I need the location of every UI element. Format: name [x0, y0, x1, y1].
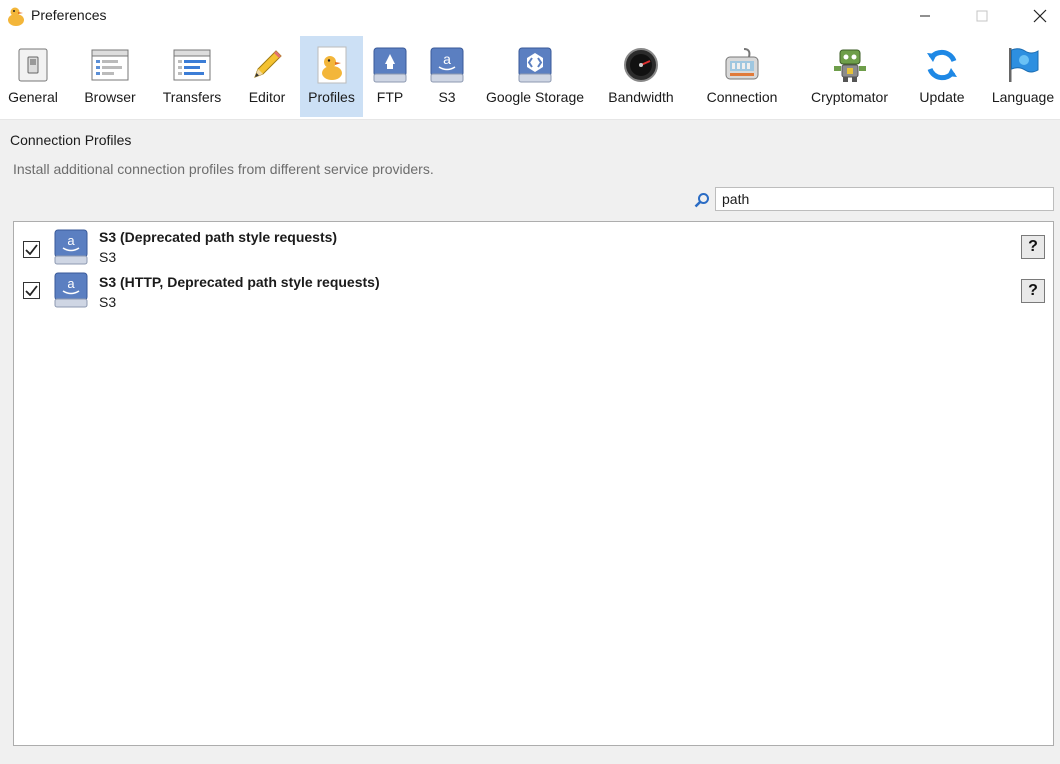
tab-label: General — [8, 89, 58, 105]
tab-label: FTP — [376, 89, 404, 105]
tab-cryptomator[interactable]: Cryptomator — [803, 36, 896, 117]
language-flag-icon — [1003, 45, 1043, 85]
profiles-list: a S3 (Deprecated path style requests) S3… — [13, 221, 1054, 746]
tab-editor[interactable]: Editor — [241, 36, 293, 117]
tab-label: S3 — [438, 89, 456, 105]
list-item: a S3 (Deprecated path style requests) S3… — [14, 226, 1053, 270]
profile-checkbox[interactable] — [23, 282, 40, 299]
cryptomator-robot-icon — [830, 45, 870, 85]
minimize-icon — [920, 15, 930, 17]
general-icon — [13, 45, 53, 85]
tab-connection[interactable]: Connection — [700, 36, 784, 117]
list-item: a S3 (HTTP, Deprecated path style reques… — [14, 271, 1053, 315]
svg-text:a: a — [443, 51, 451, 67]
connection-icon — [722, 45, 762, 85]
tab-transfers[interactable]: Transfers — [158, 36, 226, 117]
minimize-button[interactable] — [896, 0, 954, 32]
pencil-icon — [247, 45, 287, 85]
svg-text:a: a — [67, 233, 75, 248]
s3-drive-icon: a — [54, 272, 88, 308]
tab-label: Browser — [84, 89, 136, 105]
tab-browser[interactable]: Browser — [78, 36, 142, 117]
tab-label: Connection — [706, 89, 778, 105]
checkmark-icon — [25, 244, 38, 255]
tab-ftp[interactable]: FTP — [370, 36, 410, 117]
tab-bandwidth[interactable]: Bandwidth — [603, 36, 679, 117]
browser-icon — [90, 45, 130, 85]
update-arrows-icon — [922, 45, 962, 85]
profile-help-button[interactable]: ? — [1021, 235, 1045, 259]
profile-subtitle: S3 — [99, 294, 117, 310]
section-description: Install additional connection profiles f… — [13, 161, 434, 177]
profile-subtitle: S3 — [99, 249, 117, 265]
tab-google-storage[interactable]: Google Storage — [481, 36, 589, 117]
profile-help-button[interactable]: ? — [1021, 279, 1045, 303]
section-title: Connection Profiles — [10, 132, 132, 148]
tab-label: Google Storage — [485, 89, 585, 105]
title-bar: Preferences — [0, 0, 1060, 32]
s3-drive-icon: a — [54, 229, 88, 265]
search-input[interactable] — [715, 187, 1054, 211]
tab-label: Profiles — [308, 89, 355, 105]
tab-label: Transfers — [162, 89, 222, 105]
duck-icon — [312, 45, 352, 85]
checkmark-icon — [25, 285, 38, 296]
maximize-icon — [976, 10, 988, 22]
tab-label: Update — [919, 89, 965, 105]
tab-update[interactable]: Update — [913, 36, 971, 117]
profile-checkbox[interactable] — [23, 241, 40, 258]
transfers-icon — [172, 45, 212, 85]
tab-label: Editor — [248, 89, 286, 105]
google-storage-icon — [515, 45, 555, 85]
ftp-drive-icon — [370, 45, 410, 85]
profile-title: S3 (Deprecated path style requests) — [99, 229, 338, 245]
tab-language[interactable]: Language — [988, 36, 1058, 117]
svg-text:a: a — [67, 276, 75, 291]
tab-s3[interactable]: a S3 — [427, 36, 467, 117]
bandwidth-gauge-icon — [621, 45, 661, 85]
tab-label: Language — [991, 89, 1055, 105]
tab-profiles[interactable]: Profiles — [300, 36, 363, 117]
s3-drive-icon: a — [427, 45, 467, 85]
duck-app-icon — [8, 7, 24, 26]
window-title: Preferences — [31, 7, 107, 23]
tab-label: Bandwidth — [608, 89, 674, 105]
tab-general[interactable]: General — [3, 36, 63, 117]
close-icon — [1033, 9, 1047, 23]
profile-title: S3 (HTTP, Deprecated path style requests… — [99, 274, 380, 290]
preferences-toolbar: General Browser Transfers Editor Profile… — [0, 32, 1060, 120]
maximize-button[interactable] — [953, 0, 1011, 32]
tab-label: Cryptomator — [810, 89, 889, 105]
close-button[interactable] — [1011, 0, 1060, 32]
search-icon — [694, 193, 709, 208]
